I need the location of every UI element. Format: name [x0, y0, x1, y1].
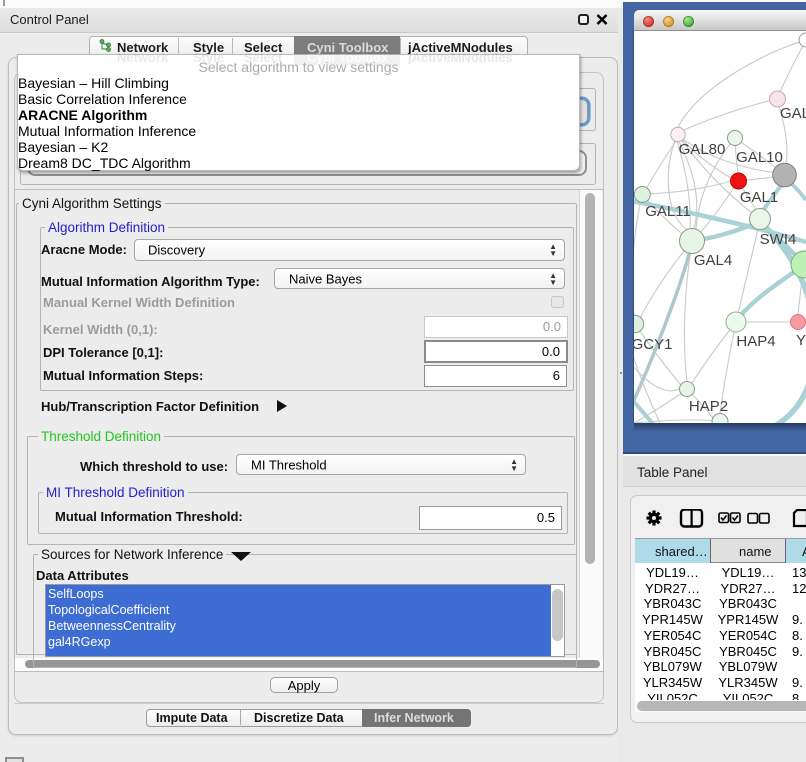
- svg-text:GAL8: GAL8: [780, 105, 806, 122]
- svg-text:SWI4: SWI4: [760, 231, 797, 248]
- svg-text:Y: Y: [796, 332, 806, 349]
- svg-text:GCY1: GCY1: [634, 336, 672, 353]
- svg-text:GAL1: GAL1: [740, 189, 778, 206]
- svg-text:GAL4: GAL4: [694, 252, 732, 269]
- svg-text:HAP2: HAP2: [689, 398, 728, 415]
- svg-text:HAP4: HAP4: [736, 333, 775, 350]
- svg-text:GAL80: GAL80: [679, 141, 726, 158]
- svg-text:GAL10: GAL10: [736, 149, 783, 166]
- svg-text:GAL11: GAL11: [645, 203, 691, 220]
